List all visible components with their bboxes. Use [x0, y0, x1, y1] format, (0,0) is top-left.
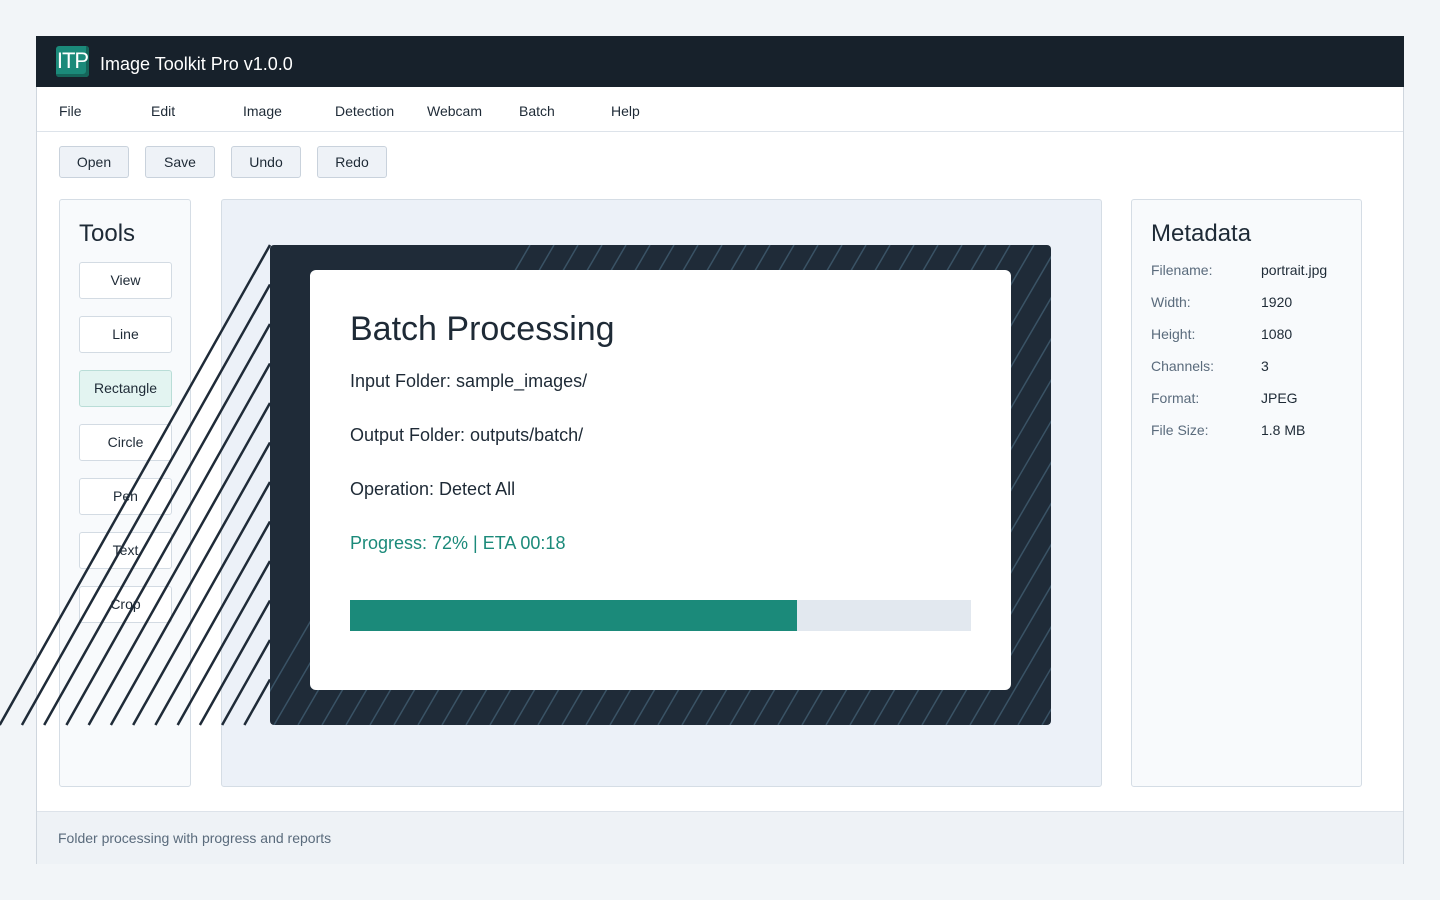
batch-processing-dialog: Batch Processing Input Folder: sample_im…	[310, 270, 1011, 690]
metadata-title: Metadata	[1151, 220, 1252, 247]
meta-value-height: 1080	[1261, 326, 1293, 342]
app-title: Image Toolkit Pro v1.0.0	[100, 54, 293, 74]
save-button[interactable]: Save	[145, 146, 215, 178]
progress-bar	[350, 600, 971, 631]
menu-edit[interactable]: Edit	[151, 103, 175, 119]
undo-button[interactable]: Undo	[231, 146, 301, 178]
tool-line-button[interactable]: Line	[79, 316, 172, 353]
status-text: Folder processing with progress and repo…	[58, 830, 332, 846]
menu-image[interactable]: Image	[243, 103, 282, 119]
tool-pen-button[interactable]: Pen	[79, 478, 172, 515]
title-bar: ITP Image Toolkit Pro v1.0.0	[36, 36, 1404, 87]
open-button[interactable]: Open	[59, 146, 129, 178]
meta-value-filename: portrait.jpg	[1261, 262, 1328, 278]
tool-circle-button[interactable]: Circle	[79, 424, 172, 461]
tool-view-button[interactable]: View	[79, 262, 172, 299]
tools-title: Tools	[79, 220, 136, 247]
progress-text: Progress: 72% | ETA 00:18	[350, 533, 566, 553]
meta-key-file-size: File Size:	[1151, 422, 1209, 438]
operation-label: Operation: Detect All	[350, 479, 516, 499]
meta-value-format: JPEG	[1261, 390, 1298, 406]
meta-key-channels: Channels:	[1151, 358, 1215, 374]
menu-batch[interactable]: Batch	[519, 103, 555, 119]
meta-value-channels: 3	[1261, 358, 1269, 374]
status-bar: Folder processing with progress and repo…	[37, 811, 1403, 864]
meta-key-format: Format:	[1151, 390, 1200, 406]
tool-rectangle-button[interactable]: Rectangle	[79, 370, 172, 407]
meta-value-file-size: 1.8 MB	[1261, 422, 1306, 438]
meta-key-width: Width:	[1151, 294, 1191, 310]
meta-key-filename: Filename:	[1151, 262, 1213, 278]
menu-file[interactable]: File	[59, 103, 82, 119]
progress-bar-fill	[350, 600, 798, 631]
app-logo-icon: ITP	[56, 46, 89, 77]
menu-detection[interactable]: Detection	[335, 103, 394, 119]
metadata-panel: Metadata Filename: portrait.jpg Width: 1…	[1131, 199, 1362, 787]
menu-help[interactable]: Help	[611, 103, 640, 119]
meta-value-width: 1920	[1261, 294, 1293, 310]
redo-button[interactable]: Redo	[317, 146, 387, 178]
menu-bar: File Edit Image Detection Webcam Batch H…	[37, 88, 1403, 132]
meta-key-height: Height:	[1151, 326, 1196, 342]
dialog-title: Batch Processing	[350, 310, 615, 348]
tool-text-button[interactable]: Text	[79, 532, 172, 569]
input-folder-label: Input Folder: sample_images/	[350, 371, 588, 391]
menu-webcam[interactable]: Webcam	[427, 103, 482, 119]
tool-crop-button[interactable]: Crop	[79, 586, 172, 623]
tools-panel: Tools View Line Rectangle Circle Pen Tex…	[59, 199, 191, 787]
output-folder-label: Output Folder: outputs/batch/	[350, 425, 584, 445]
